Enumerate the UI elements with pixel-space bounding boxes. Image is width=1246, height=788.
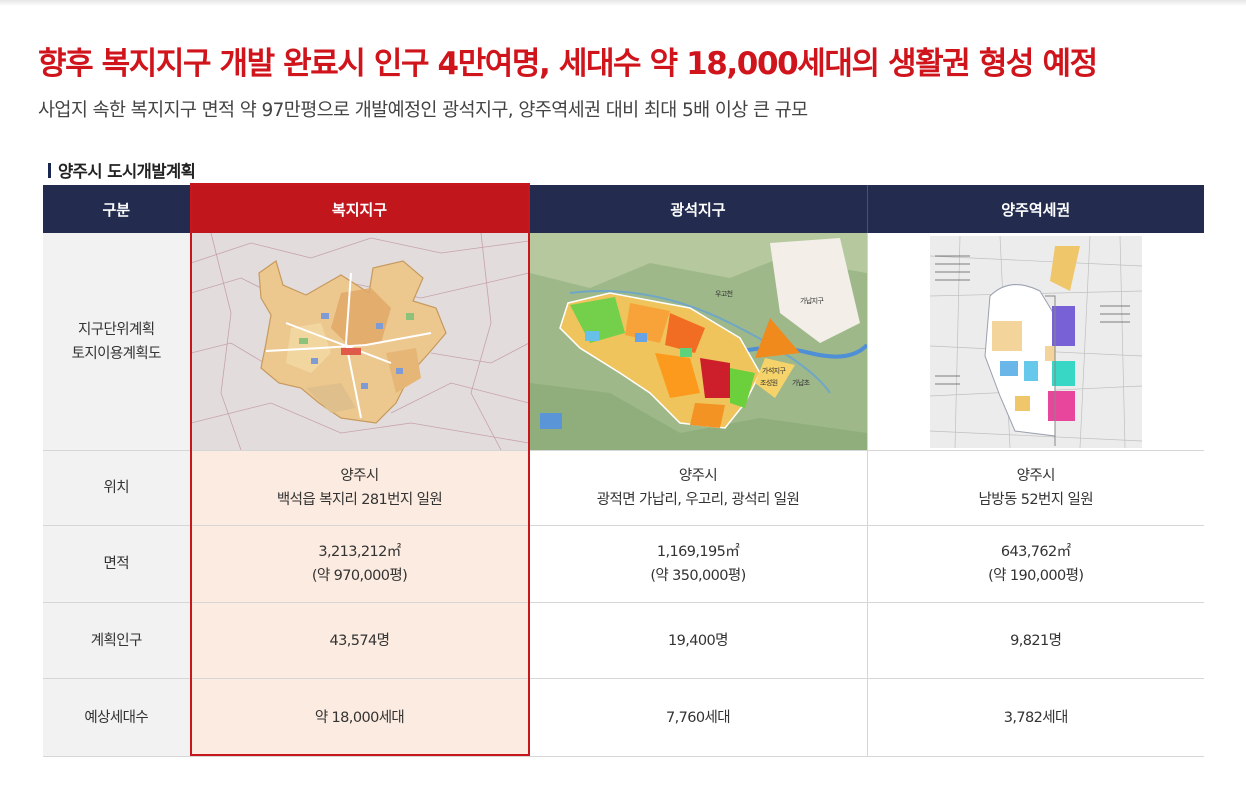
location-yangju-address: 남방동 52번지 일원 bbox=[978, 492, 1094, 508]
header-category: 구분 bbox=[43, 185, 191, 233]
row-label-map-line2: 토지이용계획도 bbox=[71, 345, 162, 362]
table-row-location: 위치 양주시 백석읍 복지리 281번지 일원 양주시 광적면 가납리, 우고리… bbox=[43, 450, 1204, 526]
location-bokji-address: 백석읍 복지리 281번지 일원 bbox=[276, 492, 443, 508]
population-gwangseok: 19,400명 bbox=[529, 602, 868, 679]
map-label-ugocheon: 우고천 bbox=[715, 289, 733, 298]
population-yangju-station: 9,821명 bbox=[867, 602, 1204, 679]
land-use-map-gwangseok: 우고천 가납지구 가석지구 조성원 가납초 bbox=[529, 233, 867, 450]
households-bokji: 약 18,000세대 bbox=[190, 678, 530, 757]
header-bokji: 복지지구 bbox=[190, 185, 530, 233]
section-marker bbox=[48, 163, 51, 178]
row-label-location: 위치 bbox=[43, 450, 191, 526]
table-row-population: 계획인구 43,574명 19,400명 9,821명 bbox=[43, 602, 1204, 679]
table-header-row: 구분 복지지구 광석지구 양주역세권 bbox=[43, 185, 1204, 233]
map-label-gaseok: 가석지구 bbox=[762, 366, 787, 375]
map-gwangseok: 우고천 가납지구 가석지구 조성원 가납초 bbox=[529, 233, 868, 451]
area-gwangseok-sqm: 1,169,195㎡ bbox=[656, 544, 740, 560]
location-bokji: 양주시 백석읍 복지리 281번지 일원 bbox=[190, 450, 530, 526]
page-subline: 사업지 속한 복지지구 면적 약 97만평으로 개발예정인 광석지구, 양주역세… bbox=[38, 100, 808, 121]
section-title: 양주시 도시개발계획 bbox=[48, 158, 196, 182]
map-yangju-station bbox=[867, 233, 1204, 451]
row-label-map: 지구단위계획 토지이용계획도 bbox=[43, 233, 191, 451]
location-bokji-city: 양주시 bbox=[340, 468, 379, 484]
section-title-text: 양주시 도시개발계획 bbox=[58, 162, 196, 181]
map-label-ganap: 가납지구 bbox=[800, 296, 825, 305]
map-bokji bbox=[190, 233, 530, 451]
location-gwangseok: 양주시 광적면 가납리, 우고리, 광석리 일원 bbox=[529, 450, 868, 526]
households-yangju-station: 3,782세대 bbox=[867, 678, 1204, 757]
row-label-area: 면적 bbox=[43, 525, 191, 603]
header-gwangseok: 광석지구 bbox=[529, 185, 868, 233]
population-bokji: 43,574명 bbox=[190, 602, 530, 679]
page-headline: 향후 복지지구 개발 완료시 인구 4만여명, 세대수 약 18,000세대의 … bbox=[38, 46, 1098, 82]
top-rule bbox=[0, 0, 1246, 6]
area-bokji-pyeong: (약 970,000평) bbox=[311, 568, 408, 584]
area-yangju-station: 643,762㎡ (약 190,000평) bbox=[867, 525, 1204, 603]
area-bokji: 3,213,212㎡ (약 970,000평) bbox=[190, 525, 530, 603]
development-plan-table: 구분 복지지구 광석지구 양주역세권 지구단위계획 토지이용계획도 우고천 가납… bbox=[43, 185, 1204, 757]
location-yangju-city: 양주시 bbox=[1016, 468, 1056, 484]
table-row-map: 지구단위계획 토지이용계획도 우고천 가납지구 가석지구 조성원 가납초 bbox=[43, 233, 1204, 451]
area-gwangseok-pyeong: (약 350,000평) bbox=[650, 568, 746, 584]
location-yangju-station: 양주시 남방동 52번지 일원 bbox=[867, 450, 1204, 526]
header-yangju-station: 양주역세권 bbox=[867, 185, 1204, 233]
area-yangju-pyeong: (약 190,000평) bbox=[988, 568, 1084, 584]
table-row-households: 예상세대수 약 18,000세대 7,760세대 3,782세대 bbox=[43, 678, 1204, 757]
land-use-map-yangju-station bbox=[929, 235, 1142, 448]
area-bokji-sqm: 3,213,212㎡ bbox=[318, 544, 401, 560]
area-yangju-sqm: 643,762㎡ bbox=[1000, 544, 1071, 560]
row-label-households: 예상세대수 bbox=[43, 678, 191, 757]
map-label-josungwon: 조성원 bbox=[760, 378, 778, 387]
location-gwangseok-city: 양주시 bbox=[678, 468, 718, 484]
row-label-map-line1: 지구단위계획 bbox=[78, 321, 155, 338]
households-gwangseok: 7,760세대 bbox=[529, 678, 868, 757]
location-gwangseok-address: 광적면 가납리, 우고리, 광석리 일원 bbox=[596, 492, 800, 508]
table-row-area: 면적 3,213,212㎡ (약 970,000평) 1,169,195㎡ (약… bbox=[43, 525, 1204, 603]
table-bottom-line bbox=[43, 756, 1204, 757]
land-use-map-bokji bbox=[190, 233, 529, 450]
row-label-population: 계획인구 bbox=[43, 602, 191, 679]
area-gwangseok: 1,169,195㎡ (약 350,000평) bbox=[529, 525, 868, 603]
map-label-ganapcho: 가납초 bbox=[792, 378, 811, 387]
